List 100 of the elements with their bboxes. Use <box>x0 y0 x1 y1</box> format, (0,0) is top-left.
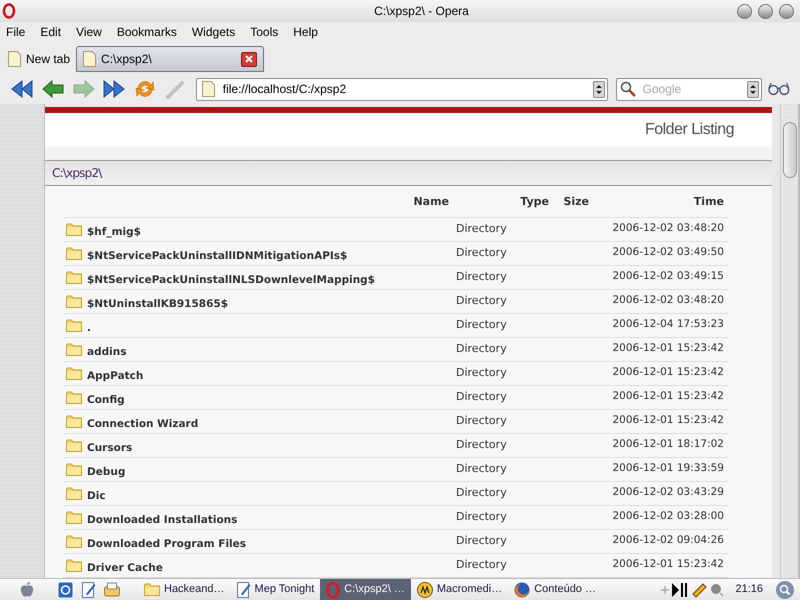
firefox-icon <box>514 582 530 598</box>
menu-item[interactable]: View <box>76 23 102 41</box>
taskbar-button[interactable]: C:\xpsp2\ … <box>320 579 411 600</box>
folder-link[interactable]: . <box>87 320 91 336</box>
clock: 21:16 <box>735 582 763 598</box>
close-icon <box>245 55 254 63</box>
vertical-scrollbar[interactable] <box>780 104 798 578</box>
close-button[interactable] <box>779 4 794 18</box>
folder-link[interactable]: Driver Cache <box>87 560 163 576</box>
folder-link[interactable]: addins <box>87 344 126 360</box>
table-cell-text: Directory <box>455 389 508 405</box>
folder-link[interactable]: Downloaded Installations <box>87 512 238 528</box>
folder-link[interactable]: Connection Wizard <box>87 416 198 432</box>
table-cell-text: 2006-12-01 19:33:59 <box>611 461 725 476</box>
table-cell-text: Directory <box>455 341 508 357</box>
table-cell-text: 2006-12-01 15:23:42 <box>611 389 725 404</box>
table-cell-text: Directory <box>455 269 508 285</box>
table-cell-text: Directory <box>455 533 508 549</box>
close-tab-button[interactable] <box>241 52 258 66</box>
table-cell-text: 2006-12-02 03:49:15 <box>611 269 725 284</box>
folder-link[interactable]: $NtUninstallKB915865$ <box>87 296 228 312</box>
folder-link[interactable]: $NtServicePackUninstallNLSDownlevelMapping$ <box>87 272 375 288</box>
taskbar-button[interactable]: Hackeand… <box>138 579 231 600</box>
opera-icon <box>326 582 340 598</box>
folder-icon <box>66 559 82 572</box>
table-cell-text: Directory <box>455 437 508 453</box>
up-down-arrows-icon <box>750 84 756 94</box>
menu-item[interactable]: Edit <box>40 23 62 41</box>
search-icon[interactable] <box>776 580 794 598</box>
table-cell-text: Directory <box>455 413 508 429</box>
rewind-icon <box>10 79 34 99</box>
menu-item[interactable]: Help <box>293 23 318 41</box>
table-cell-text: Directory <box>455 509 508 525</box>
tab-label: C:\xpsp2\ <box>101 51 153 68</box>
table-cell-text: Directory <box>455 461 508 477</box>
table-cell-text: 2006-12-04 17:53:23 <box>611 317 725 332</box>
table-cell-text: Directory <box>455 365 508 381</box>
table-cell-text: Directory <box>455 221 508 237</box>
table-cell-text: 2006-12-01 15:23:42 <box>611 341 725 356</box>
folder-icon <box>66 295 82 308</box>
plus-icon <box>661 586 670 594</box>
column-header[interactable]: Size <box>553 194 593 210</box>
folder-icon <box>144 583 160 596</box>
folder-link[interactable]: $NtServicePackUninstallIDNMitigationAPIs$ <box>87 248 348 264</box>
address-field[interactable]: file://localhost/C:/xpsp2 <box>196 78 608 100</box>
folder-link[interactable]: Cursors <box>87 440 132 456</box>
table-cell-text: 2006-12-02 09:04:26 <box>611 533 725 548</box>
table-cell-text: 2006-12-01 15:23:42 <box>611 557 725 572</box>
page-icon <box>83 51 96 67</box>
search-placeholder: Google <box>642 81 682 98</box>
folder-icon <box>66 463 82 476</box>
folder-icon <box>66 271 82 284</box>
apple-icon[interactable] <box>20 582 34 598</box>
play-pause-icon[interactable] <box>672 582 688 596</box>
folder-icon <box>66 415 82 428</box>
glasses-icon[interactable] <box>768 82 790 96</box>
table-cell-text: 2006-12-01 18:17:02 <box>611 437 725 452</box>
table-cell-text: Directory <box>455 317 508 333</box>
path-link[interactable]: C:\xpsp2\ <box>52 164 102 182</box>
folder-link[interactable]: Debug <box>87 464 126 480</box>
menu-item[interactable]: Bookmarks <box>116 23 177 41</box>
table-cell-text: 2006-12-02 03:43:29 <box>611 485 725 500</box>
fast-forward-button[interactable] <box>102 77 126 101</box>
column-header[interactable]: Time <box>593 194 728 210</box>
maximize-button[interactable] <box>758 4 773 18</box>
table-cell-text: Directory <box>455 485 508 501</box>
column-header[interactable]: Type <box>453 194 553 210</box>
page-heading: Folder Listing <box>644 120 734 140</box>
menu-item[interactable]: Widgets <box>192 23 236 41</box>
folder-icon <box>66 391 82 404</box>
address-dropdown-button[interactable] <box>592 80 605 98</box>
folder-link[interactable]: Dic <box>87 488 106 504</box>
new-tab-button[interactable]: New tab <box>8 46 70 72</box>
opera-logo-icon <box>2 3 16 19</box>
browser-launch-icon[interactable] <box>58 582 74 598</box>
taskbar-button[interactable]: Conteúdo … <box>508 579 602 600</box>
menu-item[interactable]: Tools <box>250 23 278 41</box>
taskbar-button[interactable]: Macromedi… <box>410 579 508 600</box>
taskbar-button[interactable]: Mep Tonight <box>230 579 320 600</box>
folder-link[interactable]: $hf_mig$ <box>87 224 141 240</box>
window-title: C:\xpsp2\ - Opera <box>374 3 469 20</box>
folder-icon <box>66 367 82 380</box>
folder-link[interactable]: Downloaded Program Files <box>87 536 246 552</box>
printer-launch-icon[interactable] <box>104 582 120 598</box>
notepad-launch-icon[interactable] <box>82 582 96 598</box>
table-cell-text: Directory <box>455 245 508 261</box>
menu-item[interactable]: File <box>6 23 26 41</box>
folder-link[interactable]: Config <box>87 392 125 408</box>
rewind-button[interactable] <box>10 77 35 101</box>
folder-link[interactable]: AppPatch <box>87 368 144 384</box>
folder-icon <box>66 511 82 524</box>
up-down-arrows-icon <box>596 84 602 94</box>
back-button[interactable] <box>40 77 66 101</box>
tab[interactable]: C:\xpsp2\ <box>76 46 264 72</box>
column-header[interactable]: Name <box>63 194 453 210</box>
table-cell-text: 2006-12-01 15:23:42 <box>611 365 725 380</box>
folder-icon <box>66 343 82 356</box>
folder-icon <box>66 319 82 332</box>
minimize-button[interactable] <box>737 4 752 18</box>
search-engine-button[interactable] <box>747 80 760 98</box>
